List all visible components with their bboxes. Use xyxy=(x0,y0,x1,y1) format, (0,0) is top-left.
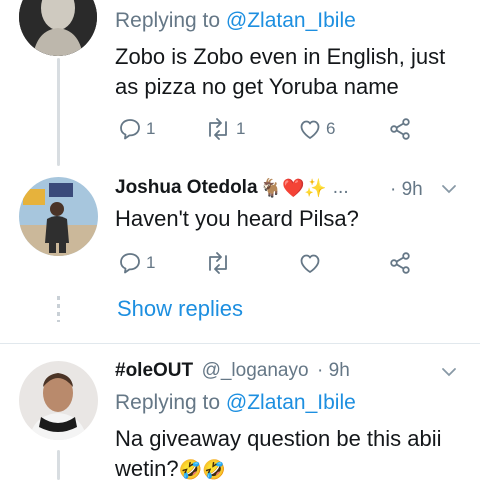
tweet-text: Haven't you heard Pilsa? xyxy=(115,206,359,231)
reply-count: 1 xyxy=(146,253,156,272)
avatar[interactable] xyxy=(19,177,98,256)
chevron-down-icon xyxy=(442,368,456,377)
like-icon xyxy=(300,254,320,273)
reply-button[interactable]: 1 xyxy=(118,117,155,141)
retweet-count: 1 xyxy=(236,119,246,138)
thread-dots xyxy=(57,296,60,322)
laughing-emojis: 🤣🤣 xyxy=(178,460,226,481)
like-count: 6 xyxy=(326,119,336,138)
mention-link[interactable]: @Zlatan_Ibile xyxy=(226,9,356,32)
user-handle[interactable]: @_loganayo xyxy=(202,360,309,381)
reply-count: 1 xyxy=(146,119,156,138)
share-icon xyxy=(390,118,410,140)
reply-button[interactable]: 1 xyxy=(118,251,155,275)
display-name[interactable]: Joshua Otedola xyxy=(115,177,258,199)
like-icon xyxy=(300,120,320,139)
statue-avatar-image xyxy=(19,0,97,56)
person-avatar-image xyxy=(19,177,98,256)
tweet-text: Zobo is Zobo even in English, just as pi… xyxy=(115,42,445,102)
retweet-button[interactable]: 1 xyxy=(204,117,245,141)
mention-link[interactable]: @Zlatan_Ibile xyxy=(226,391,356,414)
replying-to-line: Replying to @Zlatan_Ibile xyxy=(115,391,356,415)
tweet-text-line: as pizza no get Yoruba name xyxy=(115,74,399,99)
tweet-text-line: wetin?🤣🤣 xyxy=(115,454,442,486)
tweet-text-line: Na giveaway question be this abii xyxy=(115,426,442,451)
more-options-button[interactable] xyxy=(440,180,458,203)
replying-to-label: Replying to xyxy=(115,9,226,32)
person-avatar-image xyxy=(19,361,98,440)
thread-line xyxy=(57,58,60,166)
share-button[interactable] xyxy=(388,251,412,275)
more-options-button[interactable] xyxy=(440,363,458,386)
name-emojis: 🐐❤️✨ xyxy=(259,177,327,198)
share-button[interactable] xyxy=(388,117,412,141)
divider xyxy=(0,343,480,344)
tweet-text-fragment: wetin? xyxy=(115,456,179,481)
chevron-down-icon xyxy=(442,185,456,194)
retweet-button[interactable] xyxy=(204,251,232,275)
reply-icon xyxy=(120,119,140,140)
avatar[interactable] xyxy=(19,361,98,440)
share-icon xyxy=(390,252,410,274)
tweet-time: · 9h xyxy=(317,360,350,381)
reply-icon xyxy=(120,253,140,274)
tweet-time: · 9h xyxy=(390,179,423,200)
retweet-icon xyxy=(209,252,227,274)
show-replies-link[interactable]: Show replies xyxy=(117,296,243,322)
retweet-icon xyxy=(209,118,227,140)
tweet-header: #oleOUT @_loganayo · 9h xyxy=(115,360,350,382)
like-button[interactable]: 6 xyxy=(298,117,335,141)
tweet-text: Na giveaway question be this abii wetin?… xyxy=(115,424,442,486)
avatar[interactable] xyxy=(19,0,97,56)
thread-line xyxy=(57,450,60,480)
like-button[interactable] xyxy=(298,251,322,275)
display-name[interactable]: #oleOUT xyxy=(115,360,193,381)
replying-to-label: Replying to xyxy=(115,391,226,414)
tweet-header: Joshua Otedola 🐐❤️✨ ... xyxy=(115,177,349,199)
replying-to-line: Replying to @Zlatan_Ibile xyxy=(115,9,356,33)
tweet-text-line: Zobo is Zobo even in English, just xyxy=(115,44,446,69)
handle-ellipsis: ... xyxy=(332,177,349,198)
